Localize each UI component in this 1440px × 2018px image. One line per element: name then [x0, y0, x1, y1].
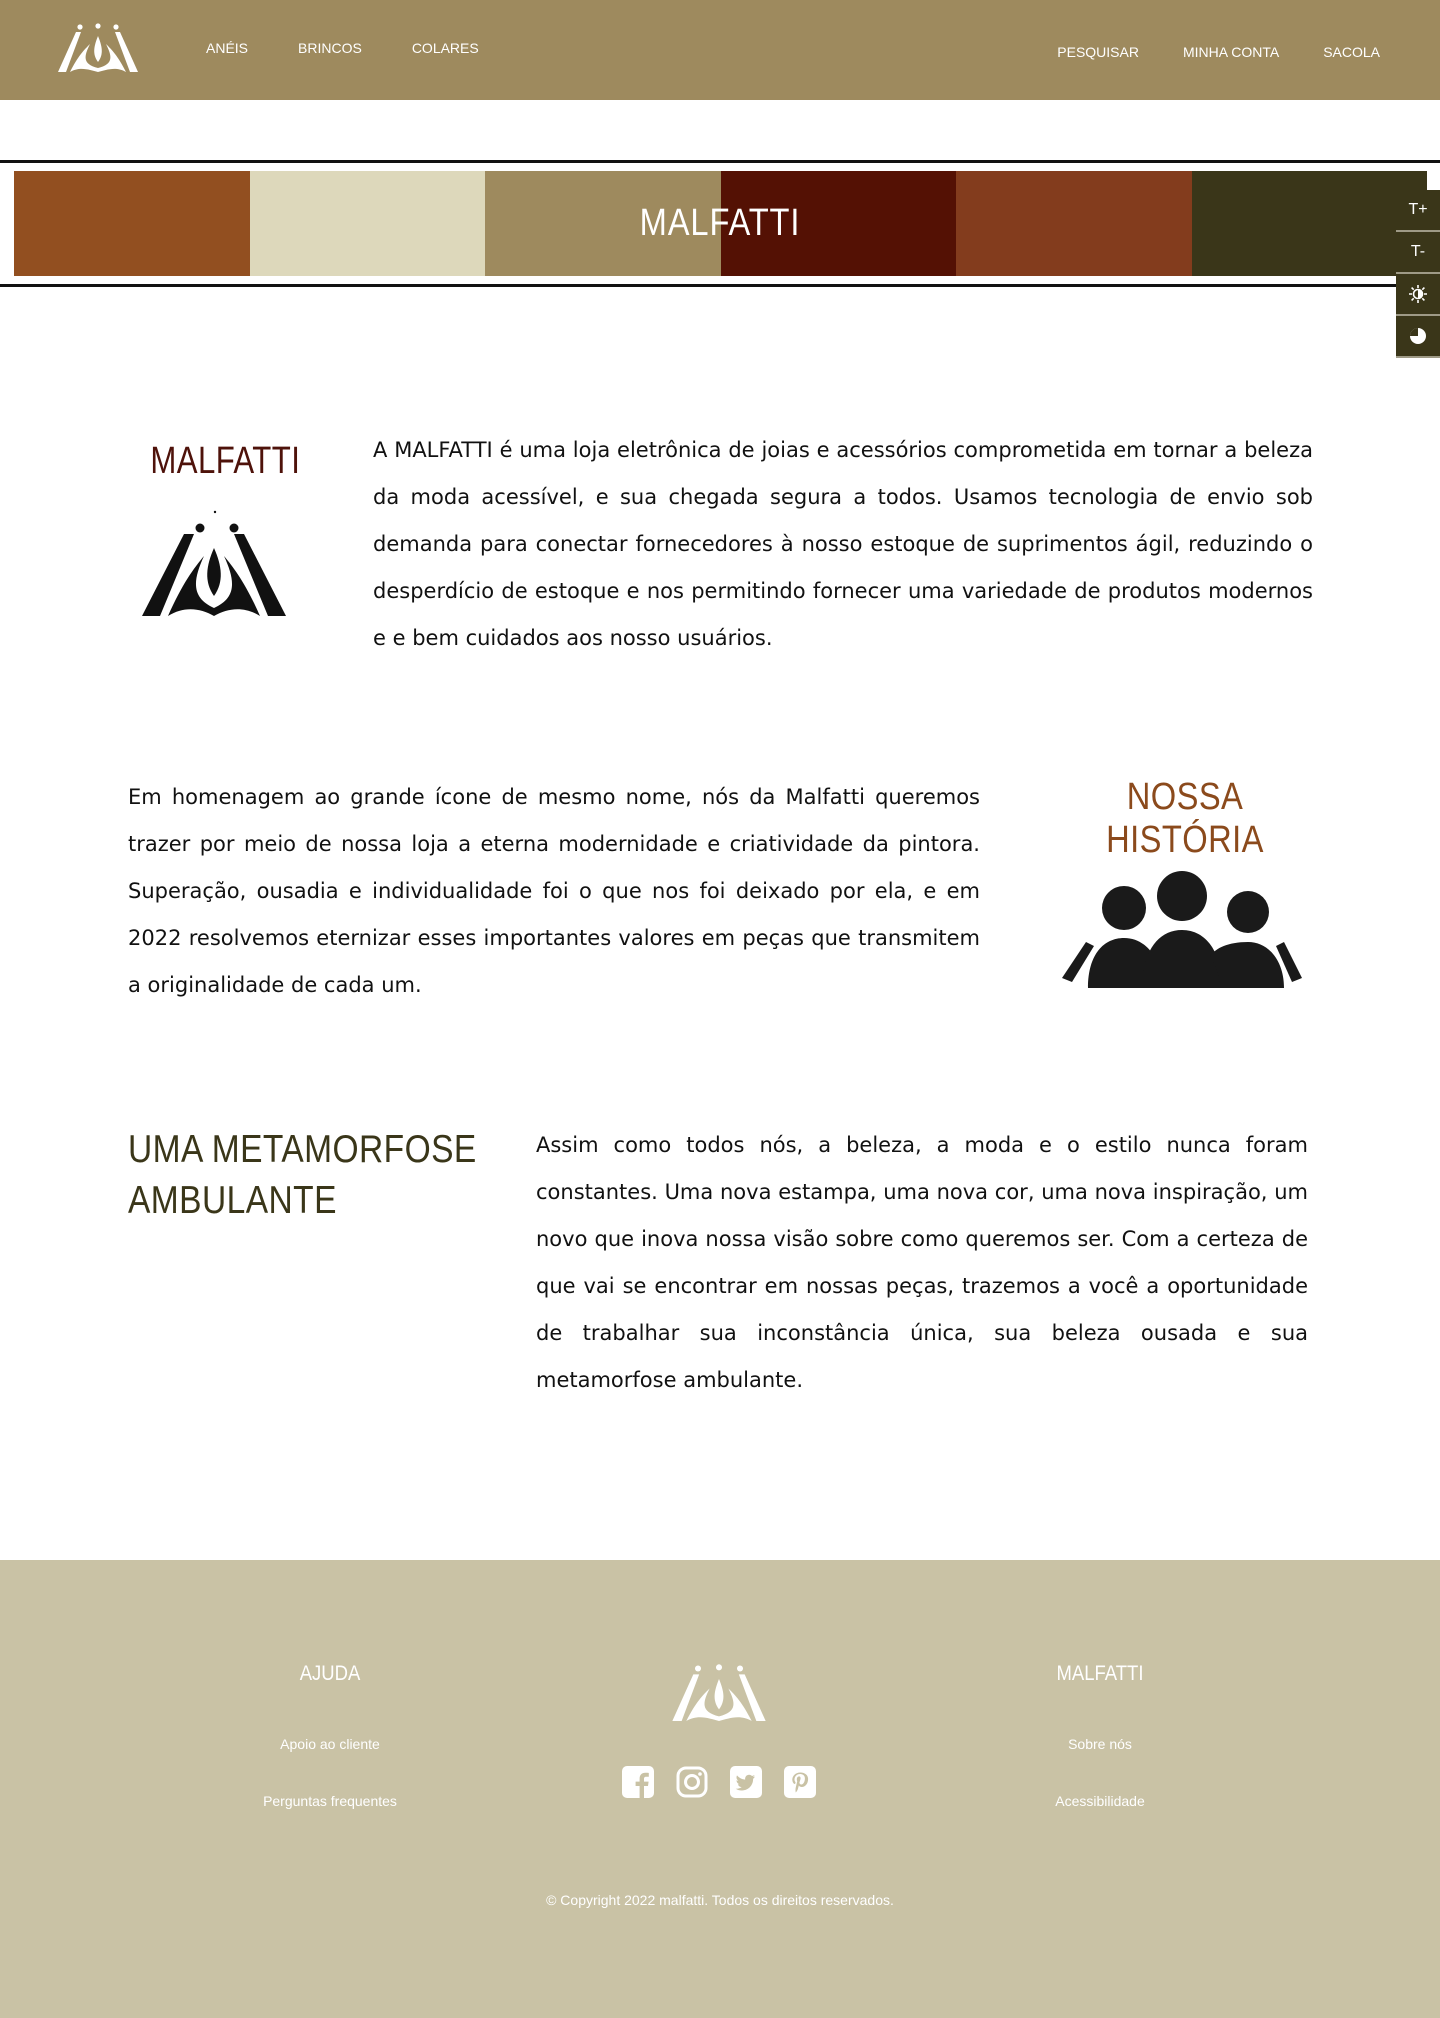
facebook-icon[interactable]	[622, 1766, 654, 1798]
site-header: ANÉIS BRINCOS COLARES PESQUISAR MINHA CO…	[0, 0, 1440, 100]
footer-help-title: AJUDA	[299, 1662, 361, 1685]
nav-brincos[interactable]: BRINCOS	[298, 40, 362, 56]
metamorphosis-title: UMA METAMORFOSE AMBULANTE	[128, 1128, 477, 1222]
banner-top-rule	[0, 160, 1440, 163]
footer-logo[interactable]	[670, 1662, 768, 1724]
malfatti-logo[interactable]	[56, 22, 140, 74]
footer-link-perguntas-frequentes[interactable]: Perguntas frequentes	[220, 1793, 440, 1809]
nav-colares[interactable]: COLARES	[412, 40, 479, 56]
nav-minha-conta[interactable]: MINHA CONTA	[1183, 44, 1279, 60]
nav-aneis[interactable]: ANÉIS	[206, 40, 248, 56]
brightness-icon	[1409, 285, 1427, 303]
utility-nav: PESQUISAR MINHA CONTA SACOLA	[1013, 44, 1380, 60]
about-title: MALFATTI	[150, 440, 301, 482]
malfatti-logo-dark	[138, 508, 290, 618]
increase-font-button[interactable]: T+	[1396, 190, 1440, 232]
nav-pesquisar[interactable]: PESQUISAR	[1057, 44, 1139, 60]
footer-link-acessibilidade[interactable]: Acessibilidade	[990, 1793, 1210, 1809]
footer-link-sobre-nos[interactable]: Sobre nós	[990, 1736, 1210, 1752]
history-text: Em homenagem ao grande ícone de mesmo no…	[128, 785, 980, 997]
footer-link-apoio-ao-cliente[interactable]: Apoio ao cliente	[220, 1736, 440, 1752]
footer-brand-title: MALFATTI	[1056, 1662, 1144, 1685]
contrast-icon	[1410, 328, 1426, 344]
pinterest-icon[interactable]	[784, 1766, 816, 1798]
contrast-toggle-button[interactable]	[1396, 316, 1440, 358]
group-people-icon	[1058, 870, 1304, 990]
about-text: A MALFATTI é uma loja eletrônica de joia…	[373, 438, 1313, 650]
nav-sacola[interactable]: SACOLA	[1323, 44, 1380, 60]
social-links	[622, 1766, 816, 1798]
banner-title: MALFATTI	[639, 202, 801, 244]
accessibility-toolbar: T+ T-	[1396, 190, 1440, 358]
copyright-notice: © Copyright 2022 malfatti. Todos os dire…	[546, 1892, 894, 1908]
banner-bottom-rule	[0, 284, 1440, 287]
twitter-icon[interactable]	[730, 1766, 762, 1798]
brightness-toggle-button[interactable]	[1396, 274, 1440, 316]
history-title: NOSSA HISTÓRIA	[1106, 776, 1264, 861]
metamorphosis-text: Assim como todos nós, a beleza, a moda e…	[536, 1133, 1308, 1392]
primary-nav: ANÉIS BRINCOS COLARES	[206, 40, 529, 56]
decrease-font-button[interactable]: T-	[1396, 232, 1440, 274]
instagram-icon[interactable]	[676, 1766, 708, 1798]
